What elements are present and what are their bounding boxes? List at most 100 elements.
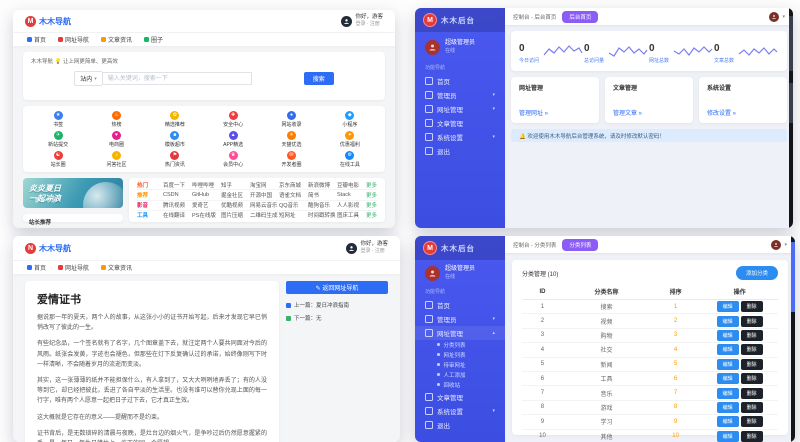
link[interactable]: Stack (337, 192, 366, 198)
edit-button[interactable]: 编辑 (717, 344, 739, 355)
link[interactable]: 开源中国 (250, 191, 279, 199)
card-link[interactable]: 管理文章 » (613, 108, 685, 117)
delete-button[interactable]: 删除 (741, 330, 763, 341)
sidebar-item-logout[interactable]: 退出 (415, 418, 505, 432)
sidebar-item-home[interactable]: 首页 (415, 298, 505, 312)
delete-button[interactable]: 删除 (741, 301, 763, 312)
admin-logo[interactable]: M木木后台 (415, 8, 505, 32)
edit-button[interactable]: 编辑 (717, 373, 739, 384)
sidebar-item-sites[interactable]: 网址管理▴ (415, 326, 505, 340)
delete-button[interactable]: 删除 (741, 388, 763, 399)
sidebar-subitem-site-list[interactable]: 网址列表 (415, 350, 505, 360)
nav-item-articles[interactable]: 文章资讯 (101, 35, 132, 44)
app-item[interactable]: ♨热榜 (87, 109, 145, 129)
search-scope-select[interactable]: 站内▾ (74, 71, 102, 86)
link[interactable]: 淘宝网 (250, 181, 279, 189)
edit-button[interactable]: 编辑 (717, 301, 739, 312)
user-sub[interactable]: 登录 · 注册 (360, 248, 388, 254)
link[interactable]: 爱奇艺 (192, 201, 221, 209)
edit-button[interactable]: 编辑 (717, 359, 739, 370)
app-item[interactable]: ✈新站提交 (29, 129, 87, 149)
card-link[interactable]: 管理网址 » (519, 108, 591, 117)
more-link[interactable]: 更多 (366, 191, 377, 199)
delete-button[interactable]: 删除 (741, 316, 763, 327)
nav-item-sites[interactable]: 网址导航 (58, 35, 89, 44)
search-input[interactable] (102, 72, 252, 85)
scrollbar-thumb[interactable] (791, 242, 795, 312)
scrollbar-thumb[interactable] (789, 16, 793, 71)
link[interactable]: 优酷视频 (221, 201, 250, 209)
delete-button[interactable]: 删除 (741, 359, 763, 370)
sidebar-item-articles[interactable]: 文章管理 (415, 116, 505, 130)
nav-item-articles[interactable]: 文章资讯 (101, 263, 132, 272)
more-link[interactable]: 更多 (366, 211, 377, 219)
topbar-tab-tag[interactable]: 分类列表 (562, 239, 598, 251)
app-item[interactable]: ✦优惠福利 (321, 129, 379, 149)
site-logo[interactable]: M 木木导航 (25, 16, 71, 27)
sidebar-subitem-recycle[interactable]: 回收站 (415, 380, 505, 390)
app-item[interactable]: ✚安全中心 (204, 109, 262, 129)
app-item[interactable]: ♥电商圈 (87, 129, 145, 149)
sidebar-item-home[interactable]: 首页 (415, 74, 505, 88)
delete-button[interactable]: 删除 (741, 416, 763, 427)
app-item[interactable]: ▲APP精选 (204, 129, 262, 149)
edit-button[interactable]: 编辑 (717, 402, 739, 413)
sidebar-item-settings[interactable]: 系统设置▾ (415, 130, 505, 144)
nav-item-sites[interactable]: 网址导航 (58, 263, 89, 272)
delete-button[interactable]: 删除 (741, 402, 763, 413)
link[interactable]: 知乎 (221, 181, 250, 189)
site-logo[interactable]: N 木木导航 (25, 243, 71, 254)
app-item[interactable]: ■模板超市 (146, 129, 204, 149)
link[interactable]: 时间戳转换 (308, 211, 337, 219)
scrollbar[interactable] (791, 236, 795, 442)
link[interactable]: GitHub (192, 192, 221, 198)
link[interactable]: 简书 (308, 191, 337, 199)
add-category-button[interactable]: 添加分类 (736, 266, 778, 280)
link[interactable]: QQ音乐 (279, 201, 308, 209)
link[interactable]: 二维码生成 (250, 211, 279, 219)
delete-button[interactable]: 删除 (741, 431, 763, 442)
link[interactable]: PS在线版 (192, 211, 221, 219)
sidebar-item-admins[interactable]: 管理员▾ (415, 312, 505, 326)
nav-item-home[interactable]: 首页 (27, 263, 46, 272)
link[interactable]: 腾讯视频 (163, 201, 192, 209)
edit-button[interactable]: 编辑 (717, 316, 739, 327)
link[interactable]: 新浪微博 (308, 181, 337, 189)
sidebar-subitem-categories[interactable]: 分类列表 (415, 340, 505, 350)
app-item[interactable]: ⚙在线工具 (321, 149, 379, 169)
user-box[interactable]: 你好，游客 登录 · 注册 (346, 241, 388, 254)
link[interactable]: CSDN (163, 192, 192, 198)
admin-logo[interactable]: M木木后台 (415, 236, 505, 260)
app-item[interactable]: ⚑热门资讯 (146, 149, 204, 169)
app-item[interactable]: ☯站长圈 (29, 149, 87, 169)
topbar-user[interactable]: ▾ (771, 240, 787, 250)
edit-button[interactable]: 编辑 (717, 416, 739, 427)
user-box[interactable]: 你好，游客 登录 · 注册 (341, 14, 383, 27)
prev-article-link[interactable]: 上一篇：夏日冲浪指南 (286, 301, 388, 309)
link[interactable]: 语雀文档 (279, 191, 308, 199)
card-link[interactable]: 修改设置 » (707, 108, 779, 117)
delete-button[interactable]: 删除 (741, 344, 763, 355)
app-item[interactable]: ●网站收录 (262, 109, 320, 129)
sidebar-item-settings[interactable]: 系统设置▾ (415, 404, 505, 418)
sidebar-item-admins[interactable]: 管理员▾ (415, 88, 505, 102)
link[interactable]: 人人影视 (337, 201, 366, 209)
topbar-user[interactable]: ▾ (769, 12, 785, 22)
link[interactable]: 京东商城 (279, 181, 308, 189)
link[interactable]: 图片压缩 (221, 211, 250, 219)
topbar-tab-tag[interactable]: 后台首页 (562, 11, 598, 23)
scrollbar-thumb[interactable] (789, 83, 793, 123)
link[interactable]: 百度一下 (163, 181, 192, 189)
edit-button[interactable]: 编辑 (717, 388, 739, 399)
app-item[interactable]: ◆小程序 (321, 109, 379, 129)
link[interactable]: 哔哩哔哩 (192, 181, 221, 189)
link[interactable]: 掘金社区 (221, 191, 250, 199)
link[interactable]: 图床工具 (337, 211, 366, 219)
edit-button[interactable]: 编辑 (717, 330, 739, 341)
nav-item-home[interactable]: 首页 (27, 35, 46, 44)
link[interactable]: 酷狗音乐 (308, 201, 337, 209)
app-item[interactable]: ♛会员中心 (204, 149, 262, 169)
sidebar-item-sites[interactable]: 网址管理▾ (415, 102, 505, 116)
sidebar-item-logout[interactable]: 退出 (415, 144, 505, 158)
more-link[interactable]: 更多 (366, 201, 377, 209)
